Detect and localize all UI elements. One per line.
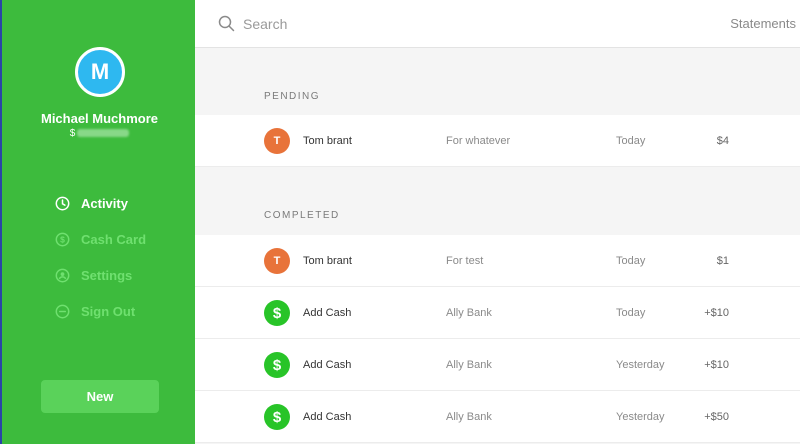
transaction-row[interactable]: T Tom brant For test Today $1: [195, 235, 800, 287]
nav-item-label: Sign Out: [81, 303, 136, 319]
transaction-amount: $1: [716, 255, 729, 267]
sidebar: M Michael Muchmore $ Activity $ Cash Car…: [0, 0, 195, 444]
transaction-name: Tom brant: [303, 255, 352, 267]
transaction-row[interactable]: $ Add Cash Ally Bank Today +$10: [195, 287, 800, 339]
profile-avatar[interactable]: M: [75, 47, 125, 97]
search-icon: [218, 15, 235, 32]
profile-name: Michael Muchmore: [40, 111, 159, 126]
transaction-amount: +$10: [704, 307, 729, 319]
dollar-glyph: $: [273, 409, 282, 425]
transaction-amount: +$10: [704, 359, 729, 371]
top-bar: Statements: [195, 0, 800, 48]
transaction-date: Today: [616, 307, 646, 319]
cash-app-icon: $: [264, 352, 290, 378]
new-button[interactable]: New: [41, 380, 159, 413]
contact-avatar: T: [264, 128, 290, 154]
transaction-note: Ally Bank: [446, 411, 492, 423]
nav-item-cash-card[interactable]: $ Cash Card: [55, 231, 146, 247]
nav-item-sign-out[interactable]: Sign Out: [55, 303, 146, 319]
search-input[interactable]: [243, 12, 543, 36]
dollar-glyph: $: [273, 357, 282, 373]
transaction-name: Add Cash: [303, 411, 352, 423]
transaction-note: Ally Bank: [446, 307, 492, 319]
nav-item-label: Activity: [81, 195, 128, 211]
nav-item-settings[interactable]: Settings: [55, 267, 146, 283]
transaction-name: Tom brant: [303, 135, 352, 147]
minus-circle-icon: [55, 304, 70, 319]
cashtag-redacted: [77, 129, 130, 138]
cashtag: $: [2, 128, 197, 139]
section-label-completed: COMPLETED: [264, 210, 340, 221]
cash-app-icon: $: [264, 300, 290, 326]
transaction-date: Yesterday: [616, 359, 665, 371]
user-circle-icon: [55, 268, 70, 283]
sidebar-nav: Activity $ Cash Card Settings Sign Out: [55, 195, 146, 339]
dollar-circle-icon: $: [55, 232, 70, 247]
transaction-date: Today: [616, 255, 646, 267]
transaction-name: Add Cash: [303, 359, 352, 371]
transaction-date: Today: [616, 135, 646, 147]
transaction-note: Ally Bank: [446, 359, 492, 371]
dollar-glyph: $: [273, 305, 282, 321]
transaction-row[interactable]: $ Add Cash Ally Bank Yesterday +$50: [195, 391, 800, 443]
clock-icon: [55, 196, 70, 211]
nav-item-label: Settings: [81, 267, 133, 283]
cashtag-prefix: $: [69, 128, 76, 139]
nav-item-activity[interactable]: Activity: [55, 195, 146, 211]
statements-link[interactable]: Statements: [730, 16, 796, 31]
transaction-row[interactable]: T Tom brant For whatever Today $4: [195, 115, 800, 167]
cash-app-icon: $: [264, 404, 290, 430]
section-label-pending: PENDING: [264, 91, 321, 102]
transaction-amount: $4: [716, 135, 729, 147]
contact-avatar: T: [264, 248, 290, 274]
transaction-name: Add Cash: [303, 307, 352, 319]
transaction-date: Yesterday: [616, 411, 665, 423]
transaction-note: For whatever: [446, 135, 511, 147]
nav-item-label: Cash Card: [81, 231, 147, 247]
transaction-note: For test: [446, 255, 484, 267]
svg-text:$: $: [60, 234, 65, 244]
transaction-amount: +$50: [704, 411, 729, 423]
transaction-row[interactable]: $ Add Cash Ally Bank Yesterday +$10: [195, 339, 800, 391]
